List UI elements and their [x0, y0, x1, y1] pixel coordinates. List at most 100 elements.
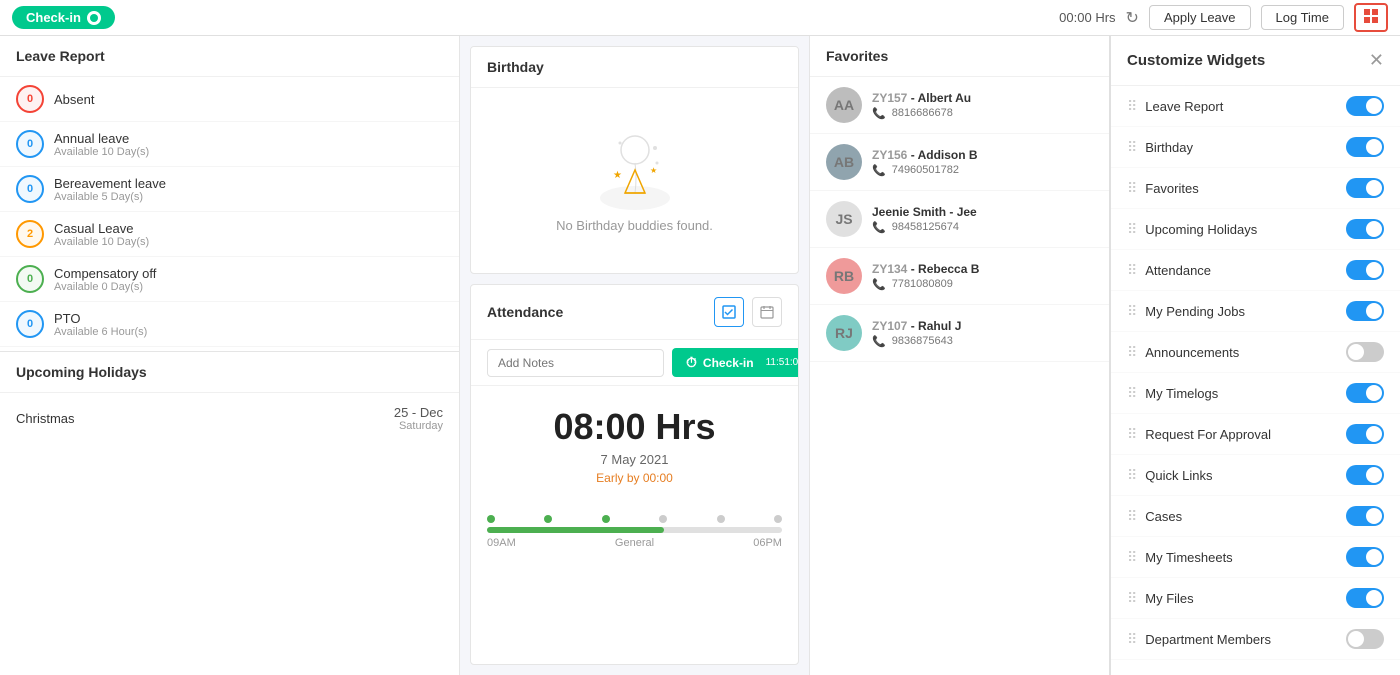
- drag-handle-icon[interactable]: ⠿: [1127, 549, 1137, 566]
- widget-item-left: ⠿ Attendance: [1127, 262, 1211, 279]
- widget-toggle-item: ⠿ Upcoming Holidays: [1111, 209, 1400, 250]
- widget-label: Favorites: [1145, 181, 1198, 196]
- phone-icon: 📞: [872, 107, 886, 120]
- avatar: RB: [826, 258, 862, 294]
- leave-info: Casual Leave Available 10 Day(s): [54, 221, 443, 248]
- leave-badge: 0: [16, 175, 44, 203]
- drag-handle-icon[interactable]: ⠿: [1127, 426, 1137, 443]
- widget-toggle[interactable]: [1346, 588, 1384, 608]
- favorite-contact: 📞 8816686678: [872, 107, 1093, 120]
- leave-available: Available 5 Day(s): [54, 191, 443, 203]
- phone-number: 74960501782: [892, 164, 959, 177]
- log-time-button[interactable]: Log Time: [1261, 5, 1344, 30]
- drag-handle-icon[interactable]: ⠿: [1127, 631, 1137, 648]
- progress-fill: [487, 527, 664, 533]
- widget-label: Cases: [1145, 509, 1182, 524]
- favorites-title: Favorites: [810, 36, 1109, 77]
- widget-label: Birthday: [1145, 140, 1193, 155]
- widget-toggle[interactable]: [1346, 547, 1384, 567]
- leave-name: Compensatory off: [54, 266, 443, 281]
- checkin-btn-time: 11:51:02 am: [766, 357, 799, 368]
- attendance-section: Attendance: [470, 284, 799, 665]
- favorite-info: Jeenie Smith - Jee 📞 98458125674: [872, 205, 1093, 234]
- early-label: Early by 00:00: [491, 471, 778, 485]
- phone-icon: 📞: [872, 164, 886, 177]
- general-label: General: [615, 537, 654, 549]
- checklist-view-button[interactable]: [714, 297, 744, 327]
- favorite-item[interactable]: AA ZY157 - Albert Au 📞 8816686678: [810, 77, 1109, 134]
- widget-toggle-item: ⠿ Leave Report: [1111, 86, 1400, 127]
- widget-toggle[interactable]: [1346, 301, 1384, 321]
- holidays-list: Christmas 25 - Dec Saturday: [0, 393, 459, 444]
- widget-toggle[interactable]: [1346, 178, 1384, 198]
- birthday-title: Birthday: [471, 47, 798, 88]
- drag-handle-icon[interactable]: ⠿: [1127, 344, 1137, 361]
- checkin-button[interactable]: Check-in: [12, 6, 115, 29]
- widget-toggle[interactable]: [1346, 260, 1384, 280]
- toggle-knob: [1366, 549, 1382, 565]
- apply-leave-button[interactable]: Apply Leave: [1149, 5, 1251, 30]
- close-panel-button[interactable]: ✕: [1369, 50, 1384, 71]
- leave-list: 0 Absent 0 Annual leave Available 10 Day…: [0, 77, 459, 351]
- calendar-view-button[interactable]: [752, 297, 782, 327]
- checkin-green-button[interactable]: ⏱ Check-in 11:51:02 am: [672, 348, 799, 377]
- widget-toggle[interactable]: [1346, 342, 1384, 362]
- leave-available: Available 10 Day(s): [54, 236, 443, 248]
- favorite-item[interactable]: AB ZY156 - Addison B 📞 74960501782: [810, 134, 1109, 191]
- widget-toggle-item: ⠿ Birthday: [1111, 127, 1400, 168]
- favorite-info: ZY134 - Rebecca B 📞 7781080809: [872, 262, 1093, 291]
- widget-item-left: ⠿ Leave Report: [1127, 98, 1223, 115]
- widget-label: Request For Approval: [1145, 427, 1271, 442]
- favorite-item[interactable]: RJ ZY107 - Rahul J 📞 9836875643: [810, 305, 1109, 362]
- drag-handle-icon[interactable]: ⠿: [1127, 262, 1137, 279]
- favorite-item[interactable]: RB ZY134 - Rebecca B 📞 7781080809: [810, 248, 1109, 305]
- favorites-column: Favorites AA ZY157 - Albert Au 📞 8816686…: [810, 36, 1110, 675]
- toggle-knob: [1366, 467, 1382, 483]
- widget-toggle[interactable]: [1346, 424, 1384, 444]
- widget-item-left: ⠿ Birthday: [1127, 139, 1193, 156]
- leave-item: 0 Annual leave Available 10 Day(s): [0, 122, 459, 167]
- widget-toggle-item: ⠿ My Files: [1111, 578, 1400, 619]
- widget-toggle[interactable]: [1346, 506, 1384, 526]
- leave-info: Compensatory off Available 0 Day(s): [54, 266, 443, 293]
- avatar: RJ: [826, 315, 862, 351]
- leave-available: Available 6 Hour(s): [54, 326, 443, 338]
- checkin-btn-icon: ⏱: [686, 354, 697, 371]
- drag-handle-icon[interactable]: ⠿: [1127, 98, 1137, 115]
- widget-toggle-item: ⠿ Cases: [1111, 496, 1400, 537]
- leave-name: Absent: [54, 92, 443, 107]
- favorite-name: ZY157 - Albert Au: [872, 91, 1093, 105]
- holiday-item: Christmas 25 - Dec Saturday: [0, 393, 459, 444]
- widget-toggle[interactable]: [1346, 96, 1384, 116]
- leave-item: 2 Casual Leave Available 10 Day(s): [0, 212, 459, 257]
- notes-input[interactable]: [487, 349, 664, 377]
- widget-label: Upcoming Holidays: [1145, 222, 1257, 237]
- refresh-button[interactable]: ↻: [1126, 8, 1139, 28]
- drag-handle-icon[interactable]: ⠿: [1127, 221, 1137, 238]
- topbar: Check-in 00:00 Hrs ↻ Apply Leave Log Tim…: [0, 0, 1400, 36]
- widget-label: Leave Report: [1145, 99, 1223, 114]
- holiday-date: 25 - Dec Saturday: [394, 405, 443, 432]
- svg-text:★: ★: [613, 170, 622, 181]
- widget-toggle[interactable]: [1346, 383, 1384, 403]
- widget-toggle[interactable]: [1346, 629, 1384, 649]
- widget-item-left: ⠿ Favorites: [1127, 180, 1199, 197]
- leave-name: Bereavement leave: [54, 176, 443, 191]
- customize-widgets-title: Customize Widgets: [1127, 52, 1265, 69]
- favorite-item[interactable]: JS Jeenie Smith - Jee 📞 98458125674: [810, 191, 1109, 248]
- drag-handle-icon[interactable]: ⠿: [1127, 180, 1137, 197]
- drag-handle-icon[interactable]: ⠿: [1127, 508, 1137, 525]
- grid-view-button[interactable]: [1354, 3, 1388, 32]
- widget-label: My Timesheets: [1145, 550, 1232, 565]
- widget-toggle[interactable]: [1346, 465, 1384, 485]
- drag-handle-icon[interactable]: ⠿: [1127, 385, 1137, 402]
- drag-handle-icon[interactable]: ⠿: [1127, 467, 1137, 484]
- drag-handle-icon[interactable]: ⠿: [1127, 139, 1137, 156]
- widget-toggle[interactable]: [1346, 219, 1384, 239]
- drag-handle-icon[interactable]: ⠿: [1127, 590, 1137, 607]
- widget-item-left: ⠿ My Timelogs: [1127, 385, 1218, 402]
- widget-toggle[interactable]: [1346, 137, 1384, 157]
- progress-track: [487, 527, 782, 533]
- favorite-info: ZY107 - Rahul J 📞 9836875643: [872, 319, 1093, 348]
- drag-handle-icon[interactable]: ⠿: [1127, 303, 1137, 320]
